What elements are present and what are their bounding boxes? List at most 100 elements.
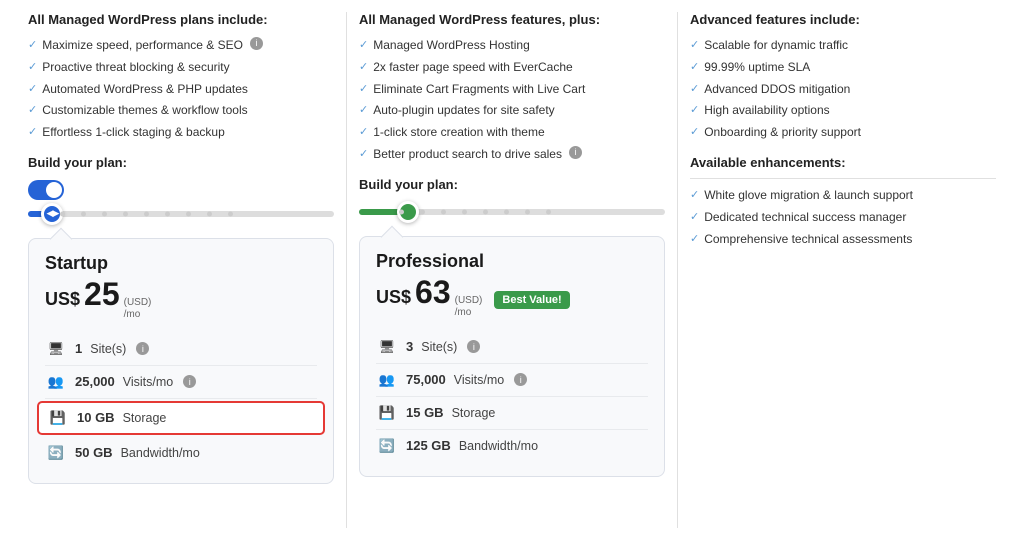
col2-feature-list: ✓ Managed WordPress Hosting ✓ 2x faster …: [359, 37, 665, 163]
feature-text: 99.99% uptime SLA: [704, 59, 810, 76]
build-plan-label-1: Build your plan:: [28, 155, 334, 170]
enhancement-text: Dedicated technical success manager: [704, 209, 906, 226]
info-icon[interactable]: i: [250, 37, 263, 50]
enhancement-text: Comprehensive technical assessments: [704, 231, 912, 248]
list-item: ✓ Auto-plugin updates for site safety: [359, 102, 665, 119]
list-item: ✓ Customizable themes & workflow tools: [28, 102, 334, 119]
plan-features-startup: 🖥 1 Site(s) i 👥 25,000 Visits/mo i 💾 10 …: [45, 333, 317, 469]
slider-bar-1: ◀▶: [28, 211, 334, 217]
plan-currency-2: US$: [376, 287, 411, 308]
enhancements-title: Available enhancements:: [690, 155, 996, 170]
feature-text: High availability options: [704, 102, 829, 119]
check-icon: ✓: [28, 103, 37, 118]
check-icon: ✓: [28, 60, 37, 75]
storage-icon-2: 💾: [376, 402, 398, 424]
feature-text: Onboarding & priority support: [704, 124, 861, 141]
plan-spec-bandwidth-2: 🔄 125 GB Bandwidth/mo: [376, 430, 648, 462]
list-item: ✓ Advanced DDOS mitigation: [690, 81, 996, 98]
info-icon[interactable]: i: [136, 342, 149, 355]
info-icon[interactable]: i: [569, 146, 582, 159]
visits-count: 25,000: [75, 374, 115, 389]
bandwidth-icon: 🔄: [45, 442, 67, 464]
visits-icon: 👥: [45, 371, 67, 393]
storage-icon: 💾: [47, 407, 69, 429]
info-icon[interactable]: i: [514, 373, 527, 386]
plan-spec-visits-2: 👥 75,000 Visits/mo i: [376, 364, 648, 397]
slider-dot: [186, 211, 191, 216]
slider-track-1[interactable]: ◀▶: [28, 204, 334, 224]
list-item: ✓ 2x faster page speed with EverCache: [359, 59, 665, 76]
sites-label: Site(s): [90, 342, 126, 356]
list-item: ✓ Onboarding & priority support: [690, 124, 996, 141]
plan-currency: US$: [45, 289, 80, 310]
list-item: ✓ Automated WordPress & PHP updates: [28, 81, 334, 98]
bandwidth-label: Bandwidth/mo: [121, 446, 200, 460]
col2-title: All Managed WordPress features, plus:: [359, 12, 665, 27]
toggle-wrapper: [28, 180, 334, 200]
list-item: ✓ Maximize speed, performance & SEO i: [28, 37, 334, 54]
slider-dot: [81, 211, 86, 216]
slider-dot: [483, 209, 488, 214]
check-icon: ✓: [28, 125, 37, 140]
feature-text: 1-click store creation with theme: [373, 124, 544, 141]
slider-dot: [102, 211, 107, 216]
plan-card-notch-2: [381, 225, 404, 248]
plan-spec-storage: 💾 10 GB Storage: [37, 401, 325, 435]
slider-dot: [420, 209, 425, 214]
info-icon[interactable]: i: [467, 340, 480, 353]
col3-enhancements-list: ✓ White glove migration & launch support…: [690, 187, 996, 247]
plan-price-main: 25: [84, 276, 120, 313]
column-advanced: Advanced features include: ✓ Scalable fo…: [678, 12, 1008, 528]
col1-title: All Managed WordPress plans include:: [28, 12, 334, 27]
feature-text: Advanced DDOS mitigation: [704, 81, 850, 98]
check-icon: ✓: [359, 125, 368, 140]
plan-price-sub-2: (USD) /mo: [455, 295, 483, 319]
slider-dot: [504, 209, 509, 214]
bandwidth-icon-2: 🔄: [376, 435, 398, 457]
feature-text: Customizable themes & workflow tools: [42, 102, 247, 119]
check-icon: ✓: [690, 82, 699, 97]
list-item: ✓ Managed WordPress Hosting: [359, 37, 665, 54]
feature-text: Scalable for dynamic traffic: [704, 37, 848, 54]
col3-feature-list: ✓ Scalable for dynamic traffic ✓ 99.99% …: [690, 37, 996, 141]
check-icon: ✓: [690, 103, 699, 118]
check-icon: ✓: [690, 188, 699, 203]
plan-spec-bandwidth: 🔄 50 GB Bandwidth/mo: [45, 437, 317, 469]
slider-dot: [165, 211, 170, 216]
feature-text: Proactive threat blocking & security: [42, 59, 229, 76]
sites-label-2: Site(s): [421, 340, 457, 354]
list-item: ✓ 1-click store creation with theme: [359, 124, 665, 141]
sites-count: 1: [75, 341, 82, 356]
plan-card-notch: [50, 228, 73, 251]
slider-track-2[interactable]: [359, 202, 665, 222]
slider-dot: [144, 211, 149, 216]
slider-dot: [123, 211, 128, 216]
visits-icon-2: 👥: [376, 369, 398, 391]
feature-text: Managed WordPress Hosting: [373, 37, 530, 54]
check-icon: ✓: [359, 82, 368, 97]
list-item: ✓ Proactive threat blocking & security: [28, 59, 334, 76]
sites-icon: 🖥: [45, 338, 67, 360]
check-icon: ✓: [690, 232, 699, 247]
slider-dot: [228, 211, 233, 216]
visits-count-2: 75,000: [406, 372, 446, 387]
slider-dot: [60, 211, 65, 216]
plan-spec-visits: 👥 25,000 Visits/mo i: [45, 366, 317, 399]
check-icon: ✓: [359, 60, 368, 75]
list-item: ✓ White glove migration & launch support: [690, 187, 996, 204]
slider-bar-2: [359, 209, 665, 215]
toggle-knob: [46, 182, 62, 198]
page-wrapper: All Managed WordPress plans include: ✓ M…: [0, 0, 1024, 540]
feature-text: Maximize speed, performance & SEO: [42, 37, 243, 54]
toggle-switch[interactable]: [28, 180, 64, 200]
list-item: ✓ Better product search to drive sales i: [359, 146, 665, 163]
plan-price-row-professional: US$ 63 (USD) /mo Best Value!: [376, 274, 648, 319]
plan-price-sub: (USD) /mo: [124, 297, 152, 321]
plan-card-professional: Professional US$ 63 (USD) /mo Best Value…: [359, 236, 665, 477]
plan-spec-sites-2: 🖥 3 Site(s) i: [376, 331, 648, 364]
info-icon[interactable]: i: [183, 375, 196, 388]
list-item: ✓ Dedicated technical success manager: [690, 209, 996, 226]
enhancement-text: White glove migration & launch support: [704, 187, 913, 204]
build-plan-label-2: Build your plan:: [359, 177, 665, 192]
sites-icon-2: 🖥: [376, 336, 398, 358]
